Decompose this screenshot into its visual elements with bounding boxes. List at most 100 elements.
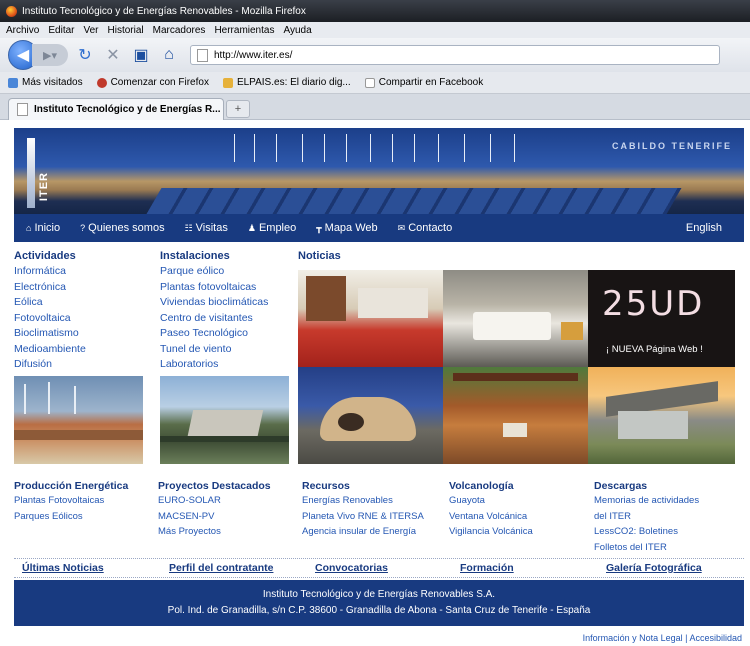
iter-logo[interactable] <box>27 138 35 208</box>
page-icon <box>364 77 375 88</box>
nav-quienes-somos[interactable]: ? Quienes somos <box>80 222 164 234</box>
news-promo-25ud[interactable]: 25UD ¡ NUEVA Página Web ! <box>588 270 735 367</box>
link-formacion[interactable]: Formación <box>460 562 514 574</box>
link-planeta-vivo[interactable]: Planeta Vivo RNE & ITERSA <box>302 509 424 525</box>
home-button[interactable]: ⌂ <box>158 44 180 66</box>
stop-button[interactable]: ✕ <box>102 44 124 66</box>
stop-icon: ✕ <box>106 47 120 64</box>
bookmark-compartir-facebook[interactable]: Compartir en Facebook <box>364 77 483 88</box>
link-informatica[interactable]: Informática <box>14 264 86 280</box>
link-medioambiente[interactable]: Medioambiente <box>14 342 86 358</box>
home-icon: ⌂ <box>164 46 174 63</box>
actividades-photo[interactable] <box>14 376 143 464</box>
link-plantas-fotovoltaicas-prod[interactable]: Plantas Fotovoltaicas <box>14 493 104 509</box>
bookmark-button[interactable]: ▣ <box>130 44 152 66</box>
link-parques-eolicos[interactable]: Parques Eólicos <box>14 509 104 525</box>
firefox-icon <box>96 77 107 88</box>
link-agencia-energia[interactable]: Agencia insular de Energía <box>302 524 424 540</box>
forward-arrow-icon: ▶▾ <box>43 49 57 62</box>
bookmarks-toolbar: Más visitados Comenzar con Firefox ELPAI… <box>0 72 750 94</box>
nav-mapa-web[interactable]: ┳ Mapa Web <box>316 222 377 234</box>
url-bar[interactable]: http://www.iter.es/ <box>190 45 720 65</box>
news-photo-house[interactable] <box>588 367 735 464</box>
link-laboratorios[interactable]: Laboratorios <box>160 357 268 373</box>
actividades-list: Informática Electrónica Eólica Fotovolta… <box>14 264 86 373</box>
footer-company: Instituto Tecnológico y de Energías Reno… <box>262 589 496 600</box>
link-galeria-fotografica[interactable]: Galería Fotográfica <box>606 562 702 574</box>
proyectos-list: EURO-SOLAR MACSEN-PV Más Proyectos <box>158 493 221 540</box>
noticias-title: Noticias <box>298 250 341 262</box>
bookmark-mas-visitados[interactable]: Más visitados <box>8 77 83 88</box>
volcanologia-title: Volcanología <box>449 480 514 492</box>
bookmark-comenzar-firefox[interactable]: Comenzar con Firefox <box>96 77 209 88</box>
elpais-icon <box>222 77 233 88</box>
forward-button[interactable]: ▶▾ <box>32 44 68 66</box>
news-photo-interior-red[interactable] <box>298 270 443 367</box>
link-fotovoltaica[interactable]: Fotovoltaica <box>14 311 86 327</box>
new-tab-button[interactable]: + <box>226 100 250 118</box>
footer: Instituto Tecnológico y de Energías Reno… <box>14 580 744 626</box>
promo-text: ¡ NUEVA Página Web ! <box>606 344 703 355</box>
sitemap-icon: ┳ <box>316 222 322 233</box>
section-links-row: Últimas Noticias Perfil del contratante … <box>14 558 744 578</box>
nav-empleo[interactable]: ♟ Empleo <box>248 222 296 234</box>
instalaciones-photo[interactable] <box>160 376 289 464</box>
main-nav: ⌂ Inicio ? Quienes somos ☷ Visitas ♟ Empleo … <box>14 214 744 242</box>
menu-marcadores[interactable]: Marcadores <box>153 25 206 36</box>
tab-iter[interactable]: Instituto Tecnológico y de Energías R... <box>8 98 224 120</box>
footer-address: Pol. Ind. de Granadilla, s/n C.P. 38600 … <box>167 605 591 616</box>
link-paseo-tecnologico[interactable]: Paseo Tecnológico <box>160 326 268 342</box>
proyectos-title: Proyectos Destacados <box>158 480 271 492</box>
link-ventana-volcanica[interactable]: Ventana Volcánica <box>449 509 533 525</box>
menu-archivo[interactable]: Archivo <box>6 25 39 36</box>
nav-visitas[interactable]: ☷ Visitas <box>185 222 228 234</box>
link-mas-proyectos[interactable]: Más Proyectos <box>158 524 221 540</box>
link-ultimas-noticias[interactable]: Últimas Noticias <box>22 562 104 574</box>
menu-ayuda[interactable]: Ayuda <box>283 25 311 36</box>
person-icon: ♟ <box>247 222 256 233</box>
instalaciones-list: Parque eólico Plantas fotovoltaicas Vivi… <box>160 264 268 373</box>
link-viviendas-bioclimaticas[interactable]: Viviendas bioclimáticas <box>160 295 268 311</box>
english-link[interactable]: English <box>686 222 722 234</box>
news-photo-pergola[interactable] <box>443 367 588 464</box>
reload-button[interactable]: ↻ <box>74 44 96 66</box>
link-lessco2[interactable]: LessCO2: Boletines <box>594 524 699 540</box>
menu-editar[interactable]: Editar <box>48 25 74 36</box>
link-perfil-contratante[interactable]: Perfil del contratante <box>169 562 273 574</box>
link-eolica[interactable]: Eólica <box>14 295 86 311</box>
link-guayota[interactable]: Guayota <box>449 493 533 509</box>
link-del-iter[interactable]: del ITER <box>594 509 699 525</box>
menu-herramientas[interactable]: Herramientas <box>214 25 274 36</box>
window-titlebar: Instituto Tecnológico y de Energías Reno… <box>0 0 750 22</box>
link-memorias[interactable]: Memorias de actividades <box>594 493 699 509</box>
link-parque-eolico[interactable]: Parque eólico <box>160 264 268 280</box>
nav-contacto[interactable]: ✉ Contacto <box>398 222 453 234</box>
link-folletos[interactable]: Folletos del ITER <box>594 540 699 556</box>
question-icon: ? <box>80 223 86 233</box>
solar-panels-image <box>146 188 682 214</box>
link-electronica[interactable]: Electrónica <box>14 280 86 296</box>
link-plantas-fotovoltaicas[interactable]: Plantas fotovoltaicas <box>160 280 268 296</box>
menu-ver[interactable]: Ver <box>83 25 98 36</box>
link-macsen-pv[interactable]: MACSEN-PV <box>158 509 221 525</box>
link-difusion[interactable]: Difusión <box>14 357 86 373</box>
link-vigilancia-volcanica[interactable]: Vigilancia Volcánica <box>449 524 533 540</box>
actividades-title: Actividades <box>14 250 76 262</box>
news-photo-bedroom[interactable] <box>443 270 588 367</box>
link-convocatorias[interactable]: Convocatorias <box>315 562 388 574</box>
link-euro-solar[interactable]: EURO-SOLAR <box>158 493 221 509</box>
legal-links[interactable]: Información y Nota Legal | Accesibilidad <box>583 633 742 643</box>
link-centro-visitantes[interactable]: Centro de visitantes <box>160 311 268 327</box>
link-energias-renovables[interactable]: Energías Renovables <box>302 493 424 509</box>
news-photo-dome[interactable] <box>298 367 443 464</box>
home-icon: ⌂ <box>26 223 32 233</box>
link-bioclimatismo[interactable]: Bioclimatismo <box>14 326 86 342</box>
bookmark-elpais[interactable]: ELPAIS.es: El diario dig... <box>222 77 351 88</box>
descargas-title: Descargas <box>594 480 648 492</box>
nav-inicio[interactable]: ⌂ Inicio <box>26 222 60 234</box>
menu-bar: Archivo Editar Ver Historial Marcadores … <box>0 22 750 38</box>
menu-historial[interactable]: Historial <box>108 25 144 36</box>
link-tunel-viento[interactable]: Tunel de viento <box>160 342 268 358</box>
header-banner: ITER CABILDO TENERIFE <box>14 128 744 214</box>
url-text: http://www.iter.es/ <box>214 49 293 61</box>
